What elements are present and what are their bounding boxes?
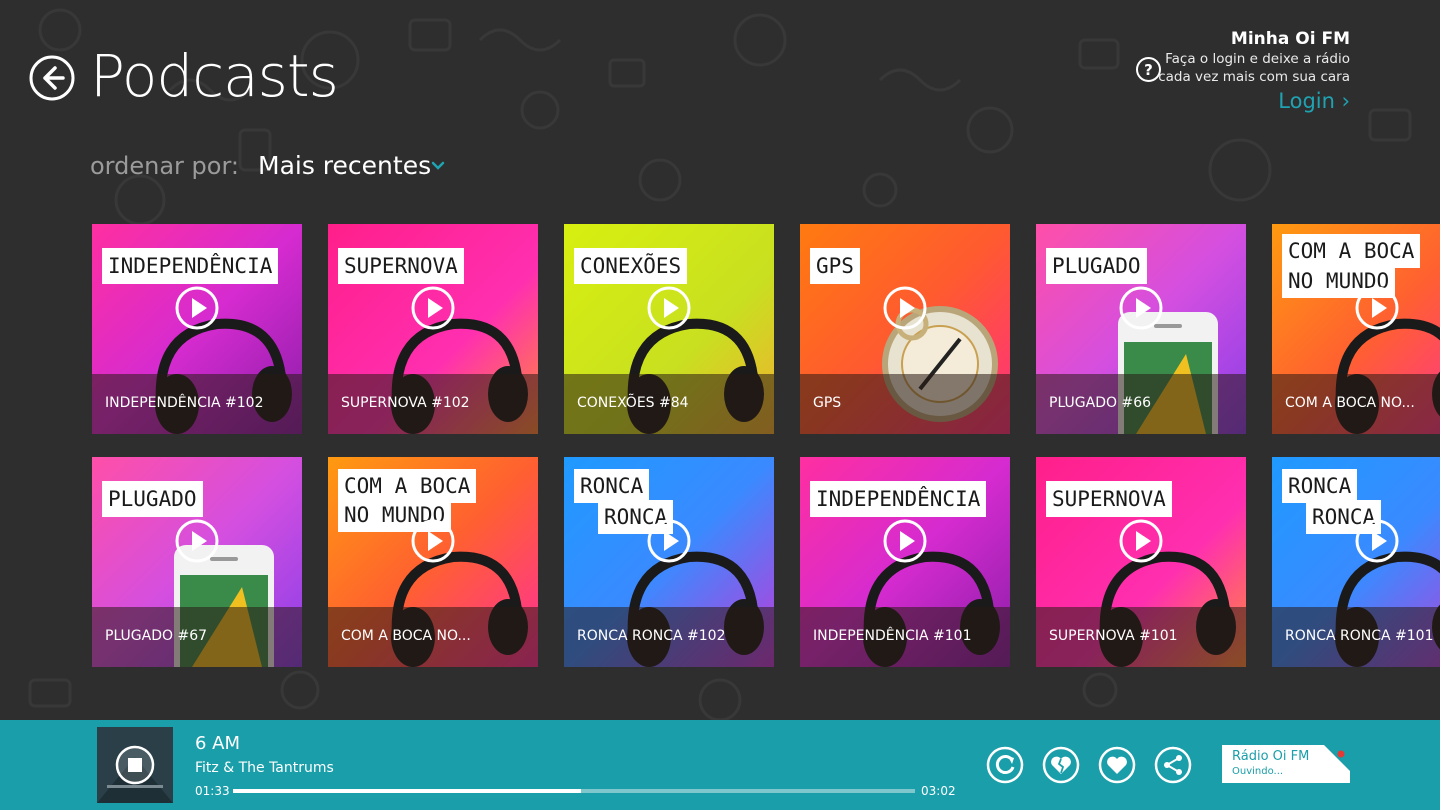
podcast-art-label: RONCA bbox=[574, 469, 650, 503]
podcast-tile[interactable]: PLUGADO PLUGADO #66 bbox=[1036, 224, 1246, 434]
podcast-art-label: PLUGADO bbox=[102, 481, 203, 517]
podcast-grid: INDEPENDÊNCIA INDEPENDÊNCIA #102 SUPERNO… bbox=[92, 224, 1440, 667]
play-icon[interactable] bbox=[1118, 285, 1164, 331]
podcast-caption: GPS bbox=[800, 374, 1010, 434]
podcast-title: COM A BOCA NO... bbox=[341, 628, 471, 644]
podcast-title: CONEXÕES #84 bbox=[577, 395, 689, 411]
play-icon[interactable] bbox=[1118, 518, 1164, 564]
podcast-caption: SUPERNOVA #101 bbox=[1036, 607, 1246, 667]
corner-flag-icon bbox=[1324, 745, 1350, 771]
podcast-title: INDEPENDÊNCIA #102 bbox=[105, 395, 264, 411]
podcast-title: COM A BOCA NO... bbox=[1285, 395, 1415, 411]
account-panel: Minha Oi FM Faça o login e deixe a rádio… bbox=[1158, 28, 1350, 116]
podcast-title: RONCA RONCA #102 bbox=[577, 628, 726, 644]
elapsed-time: 01:33 bbox=[195, 784, 230, 798]
podcast-art-label: SUPERNOVA bbox=[338, 248, 464, 284]
podcast-tile[interactable]: PLUGADO PLUGADO #67 bbox=[92, 457, 302, 667]
podcast-title: GPS bbox=[813, 395, 842, 411]
play-icon[interactable] bbox=[646, 518, 692, 564]
podcast-title: PLUGADO #67 bbox=[105, 628, 208, 644]
podcast-art-label: CONEXÕES bbox=[574, 248, 688, 284]
account-title: Minha Oi FM bbox=[1230, 29, 1350, 49]
track-artist: Fitz & The Tantrums bbox=[195, 760, 334, 776]
radio-station-badge[interactable]: Rádio Oi FM Ouvindo... bbox=[1222, 745, 1350, 783]
podcast-tile[interactable]: SUPERNOVA SUPERNOVA #101 bbox=[1036, 457, 1246, 667]
podcast-caption: CONEXÕES #84 bbox=[564, 374, 774, 434]
sort-label: ordenar por: bbox=[90, 152, 239, 180]
podcast-tile[interactable]: GPS GPS bbox=[800, 224, 1010, 434]
progress-bar[interactable] bbox=[233, 789, 915, 793]
play-icon[interactable] bbox=[1354, 285, 1400, 331]
podcast-tile[interactable]: INDEPENDÊNCIA INDEPENDÊNCIA #102 bbox=[92, 224, 302, 434]
svg-text:?: ? bbox=[1144, 61, 1153, 79]
sort-dropdown[interactable]: Mais recentes bbox=[258, 150, 431, 182]
podcast-caption: PLUGADO #66 bbox=[1036, 374, 1246, 434]
refresh-icon[interactable] bbox=[986, 746, 1024, 784]
podcast-art-label: PLUGADO bbox=[1046, 248, 1147, 284]
share-icon[interactable] bbox=[1154, 746, 1192, 784]
podcast-tile[interactable]: RONCA RONCA RONCA RONCA #102 bbox=[564, 457, 774, 667]
podcast-caption: COM A BOCA NO... bbox=[328, 607, 538, 667]
login-link[interactable]: Login › bbox=[1158, 86, 1350, 116]
play-icon[interactable] bbox=[174, 518, 220, 564]
back-button[interactable] bbox=[29, 55, 75, 101]
heart-icon[interactable] bbox=[1098, 746, 1136, 784]
podcast-title: INDEPENDÊNCIA #101 bbox=[813, 628, 972, 644]
total-time: 03:02 bbox=[921, 784, 956, 798]
podcast-tile[interactable]: CONEXÕES CONEXÕES #84 bbox=[564, 224, 774, 434]
podcast-tile[interactable]: COM A BOCA NO MUNDO COM A BOCA NO... bbox=[1272, 224, 1440, 434]
podcast-caption: INDEPENDÊNCIA #101 bbox=[800, 607, 1010, 667]
podcast-title: PLUGADO #66 bbox=[1049, 395, 1152, 411]
podcast-art-label: INDEPENDÊNCIA bbox=[102, 248, 279, 284]
podcast-title: SUPERNOVA #102 bbox=[341, 395, 470, 411]
podcast-caption: RONCA RONCA #102 bbox=[564, 607, 774, 667]
podcast-caption: SUPERNOVA #102 bbox=[328, 374, 538, 434]
podcast-title: SUPERNOVA #101 bbox=[1049, 628, 1178, 644]
play-icon[interactable] bbox=[1354, 518, 1400, 564]
podcast-tile[interactable]: SUPERNOVA SUPERNOVA #102 bbox=[328, 224, 538, 434]
radio-status: Ouvindo... bbox=[1232, 766, 1284, 777]
play-icon[interactable] bbox=[410, 518, 456, 564]
podcast-tile[interactable]: INDEPENDÊNCIA INDEPENDÊNCIA #101 bbox=[800, 457, 1010, 667]
page-title: Podcasts bbox=[90, 42, 339, 110]
podcast-caption: PLUGADO #67 bbox=[92, 607, 302, 667]
radio-name: Rádio Oi FM bbox=[1232, 749, 1310, 764]
podcast-tile[interactable]: RONCA RONCA RONCA RONCA #101 bbox=[1272, 457, 1440, 667]
broken-heart-icon[interactable] bbox=[1042, 746, 1080, 784]
play-icon[interactable] bbox=[882, 518, 928, 564]
podcast-caption: RONCA RONCA #101 bbox=[1272, 607, 1440, 667]
track-title: 6 AM bbox=[195, 733, 241, 754]
account-desc-line1: Faça o login e deixe a rádio bbox=[1165, 51, 1350, 67]
progress-fill bbox=[233, 789, 581, 793]
stop-button[interactable] bbox=[115, 745, 155, 785]
play-icon[interactable] bbox=[882, 285, 928, 331]
podcast-art-label: INDEPENDÊNCIA bbox=[810, 481, 987, 517]
podcast-tile[interactable]: COM A BOCA NO MUNDO COM A BOCA NO... bbox=[328, 457, 538, 667]
podcast-art-label: RONCA bbox=[1282, 469, 1358, 503]
podcast-caption: COM A BOCA NO... bbox=[1272, 374, 1440, 434]
podcast-title: RONCA RONCA #101 bbox=[1285, 628, 1434, 644]
play-icon[interactable] bbox=[646, 285, 692, 331]
podcast-art-label: SUPERNOVA bbox=[1046, 481, 1172, 517]
play-icon[interactable] bbox=[174, 285, 220, 331]
podcast-art-label: GPS bbox=[810, 248, 860, 284]
podcast-art-label: COM A BOCA bbox=[1282, 234, 1421, 268]
chevron-down-icon[interactable] bbox=[431, 160, 445, 172]
account-desc-line2: cada vez mais com sua cara bbox=[1158, 69, 1350, 85]
podcast-caption: INDEPENDÊNCIA #102 bbox=[92, 374, 302, 434]
play-icon[interactable] bbox=[410, 285, 456, 331]
